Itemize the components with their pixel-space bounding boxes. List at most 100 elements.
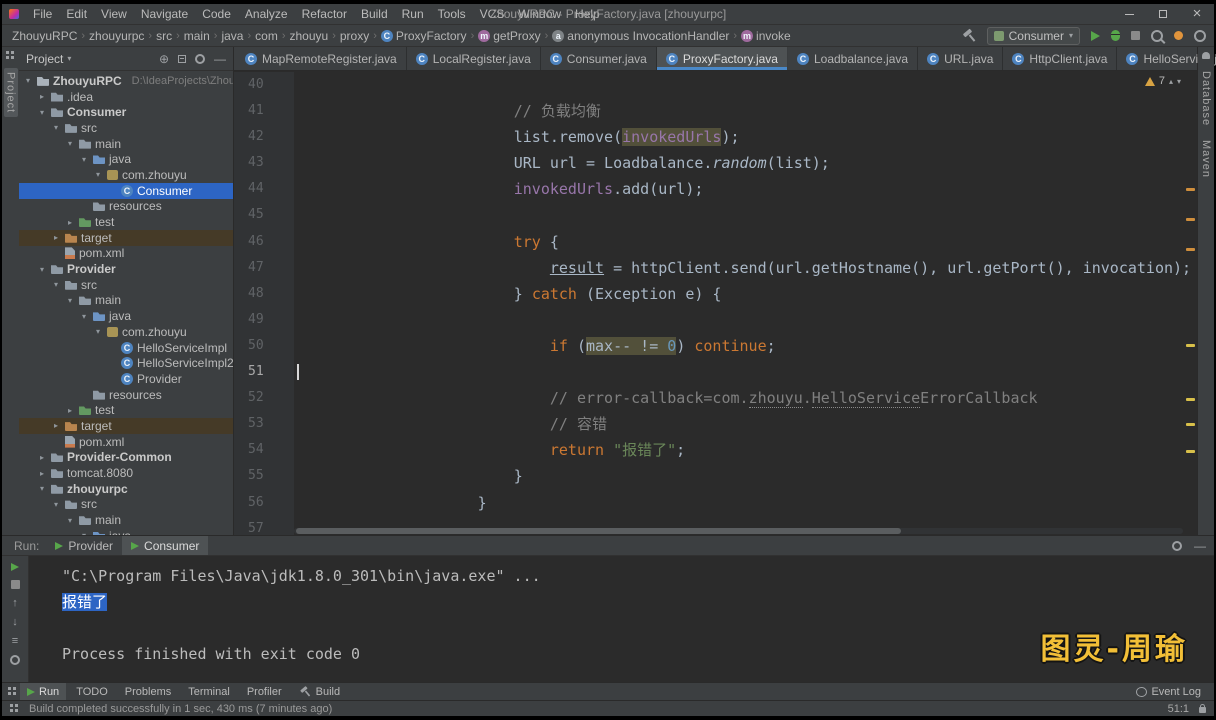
breadcrumb-item[interactable]: zhouyu [287,29,330,43]
tree-item[interactable]: Consumer [19,182,233,199]
tree-toggle[interactable]: ▾ [51,280,61,289]
run-tab-provider[interactable]: Provider [46,536,122,555]
tree-toggle[interactable]: ▾ [51,123,61,132]
stop-process-button[interactable] [10,580,20,589]
tree-item[interactable]: ▾ java [19,151,233,167]
toolwindow-terminal[interactable]: Terminal [181,683,237,700]
hide-panel-icon[interactable]: — [214,52,226,66]
settings-gear-icon[interactable] [1194,29,1206,42]
stripe-mark[interactable] [1186,344,1195,347]
menu-view[interactable]: View [94,7,134,21]
code-line[interactable]: 46 try { [234,228,1197,255]
breadcrumb-item[interactable]: anonymous InvocationHandler [550,29,731,43]
tree-toggle[interactable]: ▸ [51,421,61,430]
console-output[interactable]: "C:\Program Files\Java\jdk1.8.0_301\bin\… [29,556,1214,682]
breadcrumb-item[interactable]: zhouyurpc [87,29,146,43]
tree-toggle[interactable]: ▾ [93,327,103,336]
tree-item[interactable]: ▾ Provider [19,261,233,277]
menu-window[interactable]: Window [511,7,568,21]
tool-stripe-database[interactable]: Database [1200,71,1212,126]
tree-item[interactable]: HelloServiceImpl2 [19,355,233,371]
code-line[interactable]: 51 [234,359,1197,386]
close-button[interactable]: × [1180,4,1214,24]
tree-item[interactable]: ▸ tomcat.8080 [19,465,233,481]
code-editor[interactable]: 40 41 // 负载均衡 42 list.remove(invokedUrls);… [234,71,1197,535]
breadcrumb-item[interactable]: proxy [338,29,371,43]
tree-toggle[interactable]: ▾ [37,484,47,493]
tree-toggle[interactable]: ▾ [51,500,61,509]
tree-item[interactable]: ▾ ZhouyuRPC D:\IdeaProjects\Zhouyu [19,73,233,89]
search-icon[interactable] [1151,29,1163,42]
tool-stripe-project[interactable]: Project [3,68,18,118]
toolwindow-problems[interactable]: Problems [118,683,178,700]
tree-item[interactable]: ▸ Provider-Common [19,450,233,466]
tree-item[interactable]: ▸ target [19,229,233,246]
editor-tab[interactable]: LocalRegister.java [407,47,541,70]
tree-item[interactable]: resources [19,387,233,403]
code-line[interactable]: 40 [234,72,1197,99]
editor-tab[interactable]: URL.java [918,47,1004,70]
prev-warning-icon[interactable]: ▴ [1169,77,1173,86]
editor-tab[interactable]: HttpClient.java [1003,47,1118,70]
tree-item[interactable]: Provider [19,371,233,387]
panel-settings-icon[interactable] [195,53,205,64]
scrollbar-thumb[interactable] [296,528,901,534]
menu-help[interactable]: Help [568,7,607,21]
toolwindow-run[interactable]: Run [20,683,67,700]
code-line[interactable]: 45 [234,202,1197,229]
tree-item[interactable]: ▾ main [19,512,233,528]
menu-run[interactable]: Run [395,7,431,21]
code-line[interactable]: 48 } catch (Exception e) { [234,280,1197,307]
toolwindow-profiler[interactable]: Profiler [240,683,289,700]
tree-toggle[interactable]: ▸ [37,469,47,478]
tree-item[interactable]: ▸ test [19,402,233,418]
breadcrumb-item[interactable]: main [182,29,212,43]
tree-item[interactable]: ▾ Consumer [19,104,233,120]
breadcrumb-item[interactable]: ProxyFactory [379,29,469,43]
console-menu-icon[interactable]: ≡ [12,636,18,647]
chevron-down-icon[interactable]: ▾ [67,54,71,63]
toolwindow-build[interactable]: Build [292,683,347,700]
menu-analyze[interactable]: Analyze [238,7,295,21]
code-line[interactable]: 44 invokedUrls.add(url); [234,176,1197,203]
tree-toggle[interactable]: ▾ [37,108,47,117]
minimize-button[interactable] [1112,4,1146,24]
code-line[interactable]: 41 // 负载均衡 [234,98,1197,125]
down-stack-icon[interactable]: ↓ [12,617,18,628]
breadcrumb-item[interactable]: getProxy [476,29,542,43]
tree-item[interactable]: ▾ main [19,136,233,152]
menu-navigate[interactable]: Navigate [134,7,195,21]
maximize-button[interactable] [1146,4,1180,24]
stop-button[interactable] [1131,31,1140,40]
tree-item[interactable]: ▾ com.zhouyu [19,167,233,183]
code-line[interactable]: 49 [234,306,1197,333]
tree-item[interactable]: ▸ target [19,418,233,434]
toolwindow-todo[interactable]: TODO [69,683,115,700]
locate-file-icon[interactable]: ⊕ [159,53,169,65]
debug-button[interactable] [1111,30,1120,41]
rerun-button[interactable] [11,563,19,571]
breadcrumb-item[interactable]: com [253,29,280,43]
tree-toggle[interactable]: ▾ [79,312,89,321]
stripe-mark[interactable] [1186,248,1195,251]
editor-tab[interactable]: ProxyFactory.java [656,47,788,70]
tree-item[interactable]: ▸ .idea [19,89,233,105]
readonly-lock-icon[interactable] [1199,704,1206,713]
tree-toggle[interactable]: ▸ [37,453,47,462]
tree-item[interactable]: ▾ zhouyurpc [19,481,233,497]
menu-refactor[interactable]: Refactor [295,7,354,21]
tree-item[interactable]: ▾ main [19,293,233,309]
editor-tab[interactable]: Loadbalance.java [788,47,919,70]
tool-switcher-icon[interactable] [10,704,19,713]
caret-position[interactable]: 51:1 [1168,703,1189,715]
tree-toggle[interactable]: ▸ [65,218,75,227]
code-line[interactable]: 47 result = httpClient.send(url.getHostn… [234,254,1197,281]
menu-edit[interactable]: Edit [59,7,94,21]
breadcrumb-item[interactable]: java [219,29,245,43]
tree-item[interactable]: ▾ src [19,120,233,136]
tree-item[interactable]: resources [19,199,233,215]
menu-code[interactable]: Code [195,7,238,21]
tree-toggle[interactable]: ▾ [65,516,75,525]
run-config-select[interactable]: Consumer ▾ [986,26,1080,45]
tree-toggle[interactable]: ▸ [51,233,61,242]
